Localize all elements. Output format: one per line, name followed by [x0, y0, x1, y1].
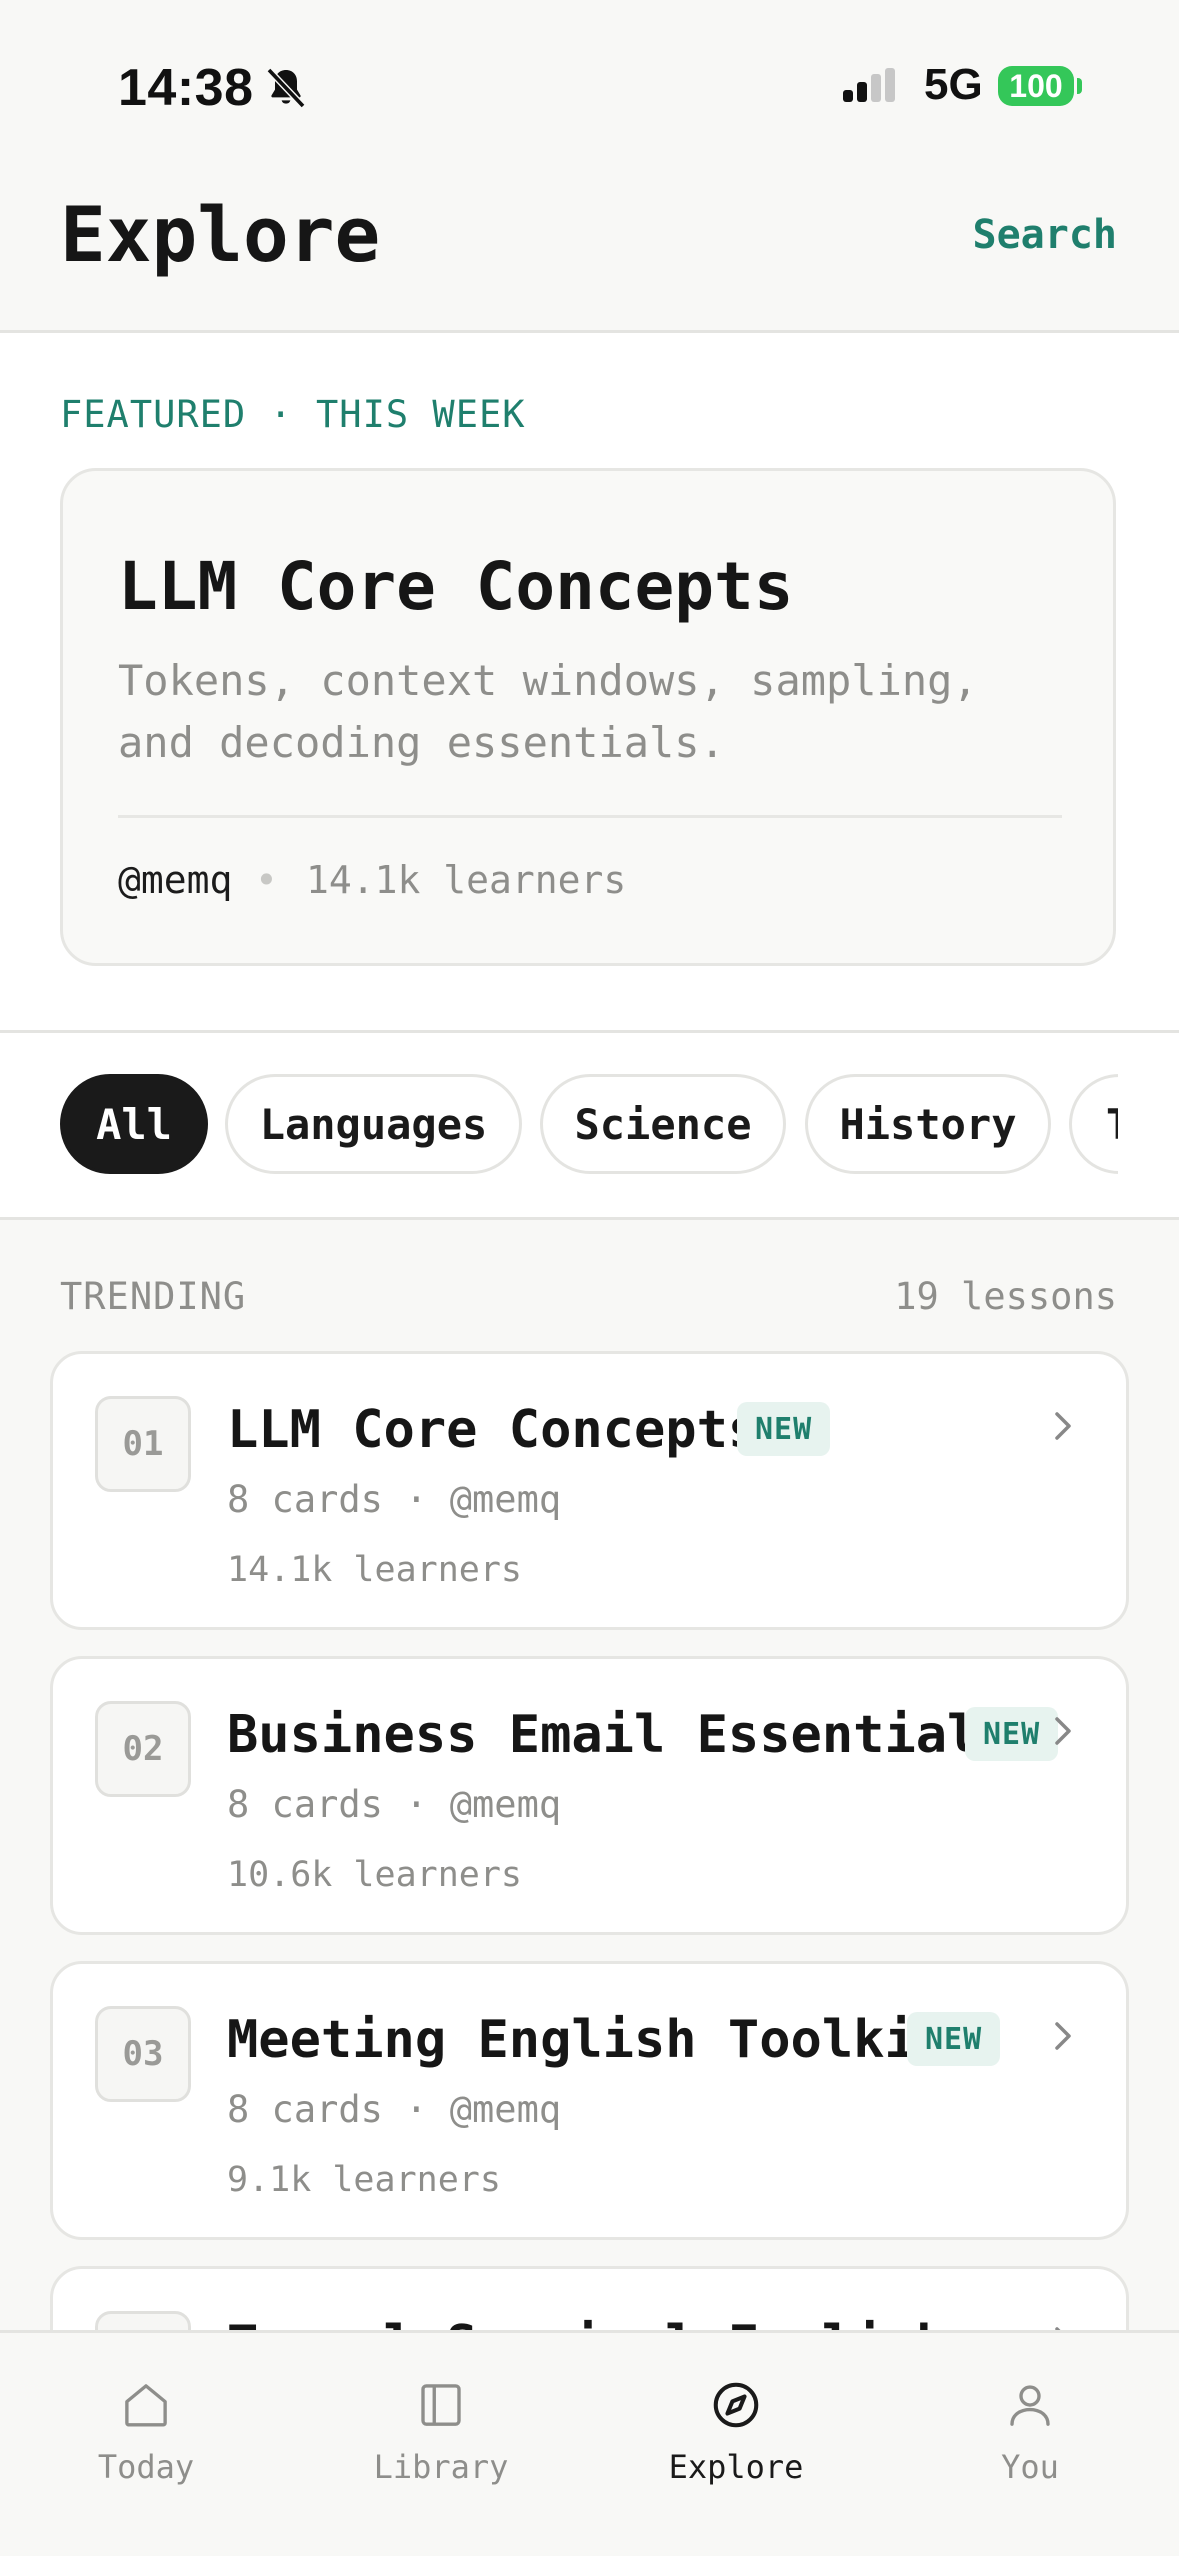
chevron-right-icon — [1055, 1717, 1071, 1745]
rank-badge: 01 — [95, 1396, 191, 1492]
new-badge: NEW — [737, 1402, 831, 1456]
tab-label: Explore — [668, 2448, 804, 2486]
category-chips: All Languages Science History T — [0, 1033, 1179, 1217]
lesson-title: LLM Core Concepts — [227, 1400, 760, 1460]
tab-label: Library — [373, 2448, 509, 2486]
tab-you[interactable]: You — [930, 2378, 1130, 2486]
chips-fade — [1118, 1033, 1179, 1217]
new-badge: NEW — [907, 2012, 1001, 2066]
chevron-right-icon — [1055, 1412, 1071, 1440]
lesson-learners: 9.1k learners — [227, 2160, 501, 2200]
chip-science[interactable]: Science — [540, 1074, 786, 1174]
featured-learners: 14.1k learners — [306, 858, 627, 902]
featured-author[interactable]: @memq — [118, 858, 232, 902]
book-icon — [421, 2384, 461, 2426]
signal-icon — [843, 68, 895, 102]
trending-label: TRENDING — [60, 1275, 247, 1318]
lesson-title: Meeting English Toolkit — [227, 2010, 948, 2070]
page-title: Explore — [60, 190, 381, 279]
lesson-card[interactable]: 01 LLM Core Concepts NEW 8 cards · @memq… — [50, 1351, 1129, 1630]
tab-library[interactable]: Library — [341, 2378, 541, 2486]
battery-tip — [1077, 78, 1082, 94]
lesson-learners: 14.1k learners — [227, 1550, 523, 1590]
tab-bar: Today Library Explore You — [0, 2330, 1179, 2556]
home-icon — [125, 2384, 167, 2427]
battery-level: 100 — [1009, 67, 1063, 104]
section-divider — [0, 1217, 1179, 1220]
lesson-title: Business Email Essentials — [227, 1705, 1010, 1765]
featured-label: FEATURED · THIS WEEK — [60, 393, 526, 436]
bell-muted-icon — [266, 67, 306, 109]
rank-badge: 03 — [95, 2006, 191, 2102]
lesson-meta: 8 cards · @memq — [227, 1478, 562, 1521]
person-icon — [1010, 2385, 1050, 2426]
new-badge: NEW — [965, 1707, 1059, 1761]
lesson-count: 19 lessons — [894, 1275, 1117, 1318]
chip-all[interactable]: All — [60, 1074, 208, 1174]
chip-history[interactable]: History — [805, 1074, 1051, 1174]
tab-label: You — [1001, 2448, 1059, 2486]
featured-separator: • — [255, 858, 278, 902]
lesson-meta: 8 cards · @memq — [227, 1783, 562, 1826]
featured-description: Tokens, context windows, sampling, and d… — [118, 656, 978, 767]
rank-badge: 02 — [95, 1701, 191, 1797]
search-button[interactable]: Search — [973, 212, 1118, 258]
tab-label: Today — [97, 2448, 195, 2486]
compass-icon — [713, 2382, 759, 2428]
network-type: 5G — [924, 60, 983, 109]
featured-divider — [118, 815, 1062, 818]
tab-explore[interactable]: Explore — [636, 2378, 836, 2486]
lesson-learners: 10.6k learners — [227, 1855, 523, 1895]
lesson-meta: 8 cards · @memq — [227, 2088, 562, 2131]
featured-title: LLM Core Concepts — [118, 548, 794, 625]
lesson-card[interactable]: 02 Business Email Essentials NEW 8 cards… — [50, 1656, 1129, 1935]
chevron-right-icon — [1055, 2022, 1071, 2050]
battery-indicator: 100 — [998, 66, 1074, 106]
tab-today[interactable]: Today — [46, 2378, 246, 2486]
status-time: 14:38 — [118, 59, 254, 117]
lesson-card[interactable]: 03 Meeting English Toolkit NEW 8 cards ·… — [50, 1961, 1129, 2240]
chip-languages[interactable]: Languages — [225, 1074, 522, 1174]
